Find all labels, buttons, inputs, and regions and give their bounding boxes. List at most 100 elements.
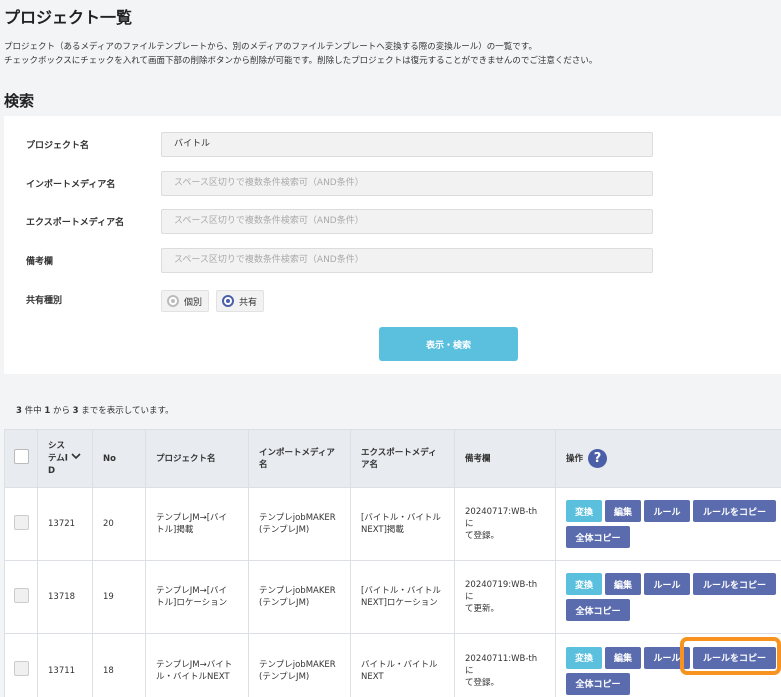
project-name-line-1: テンプレJM→[バイ	[156, 513, 228, 523]
search-button[interactable]: 表示・検索	[379, 327, 518, 361]
cell-actions: 変換 編集 ルール ルールをコピー 全体コピー	[555, 560, 781, 634]
row-select-cell	[4, 633, 38, 697]
remarks-label: 備考欄	[26, 257, 54, 267]
share-type-row: 共有種別 個別 共有	[4, 290, 781, 319]
copy-rule-button[interactable]: ルールをコピー	[693, 646, 776, 669]
description-line-1: プロジェクト（あるメディアのファイルテンプレートから、別のメディアのファイルテン…	[4, 42, 537, 52]
share-shared-radio[interactable]: 共有	[216, 290, 265, 312]
convert-button[interactable]: 変換	[566, 573, 602, 595]
cell-project-name: テンプレJM→[バイ トル]掲載	[145, 487, 249, 561]
project-name-row: プロジェクト名 バイトル	[4, 132, 781, 158]
remarks-line-1: 20240717:WB-thに	[465, 507, 538, 529]
actions-header-label: 操作	[566, 454, 584, 464]
column-header-actions: 操作 ?	[555, 429, 781, 488]
rule-button[interactable]: ルール	[644, 500, 690, 522]
export-media-row: エクスポートメディア名 スペース区切りで複数条件検索可（AND条件）	[4, 209, 781, 235]
select-all-checkbox[interactable]	[13, 449, 29, 464]
import-media-line-1: テンプレjobMAKER	[259, 586, 336, 596]
table-header-row: シス テムI D No プロジェクト名 インポートメディア 名 エクスポートメデ…	[4, 429, 781, 488]
cell-remarks: 20240717:WB-thにて登録。	[454, 487, 556, 561]
copy-all-button[interactable]: 全体コピー	[566, 599, 630, 621]
page-title: プロジェクト一覧	[4, 8, 133, 27]
row-select-cell	[4, 487, 38, 561]
cell-export-media: バイトル・バイトル NEXT	[350, 633, 455, 697]
remarks-line-2: て更新。	[465, 604, 500, 614]
import-media-row: インポートメディア名 スペース区切りで複数条件検索可（AND条件）	[4, 171, 781, 197]
import-media-line-1: テンプレjobMAKER	[259, 513, 336, 523]
cell-import-media: テンプレjobMAKER (テンプレJM)	[248, 560, 351, 634]
row-select-cell	[4, 560, 38, 634]
remarks-line-1: 20240719:WB-thに	[465, 580, 538, 602]
cell-project-name: テンプレJM→[バイ トル]ロケーション	[145, 560, 249, 634]
import-media-input[interactable]: スペース区切りで複数条件検索可（AND条件）	[161, 171, 653, 196]
cell-import-media: テンプレjobMAKER (テンプレJM)	[248, 487, 351, 561]
convert-button[interactable]: 変換	[566, 646, 602, 669]
row-actions: 変換 編集 ルール ルールをコピー 全体コピー	[566, 500, 781, 548]
remarks-line-1: 20240711:WB-thに	[465, 653, 538, 676]
table-row: 13718 19 テンプレJM→[バイ トル]ロケーション テンプレjobMAKE…	[4, 560, 781, 634]
edit-button[interactable]: 編集	[605, 573, 641, 595]
project-name-line-1: テンプレJM→バイト	[156, 659, 233, 670]
system-id-header-line-1: シス	[48, 441, 66, 452]
project-name-line-2: ル・バイトルNEXT	[156, 671, 230, 682]
remarks-line-2: て登録。	[465, 677, 500, 688]
import-media-header-line-1: インポートメディア	[259, 447, 335, 458]
copy-all-button[interactable]: 全体コピー	[566, 526, 630, 548]
column-header-project-name: プロジェクト名	[145, 429, 249, 488]
import-media-line-2: (テンプレJM)	[259, 671, 310, 682]
row-actions: 変換 編集 ルール ルールをコピー 全体コピー	[566, 573, 781, 621]
result-count: 3 件中 1 から 3 までを表示しています。	[16, 404, 174, 416]
system-id-header-line-2: テムI	[48, 453, 68, 464]
remarks-row: 備考欄 スペース区切りで複数条件検索可（AND条件）	[4, 248, 781, 274]
share-individual-radio[interactable]: 個別	[161, 290, 210, 312]
export-media-input[interactable]: スペース区切りで複数条件検索可（AND条件）	[161, 209, 653, 234]
row-checkbox[interactable]	[13, 587, 29, 603]
row-actions: 変換 編集 ルール ルールをコピー 全体コピー	[566, 646, 781, 695]
project-name-input[interactable]: バイトル	[161, 132, 653, 157]
cell-no: 18	[92, 633, 146, 697]
select-all-cell	[4, 429, 38, 488]
count-text-2: から	[50, 406, 73, 416]
remarks-line-2: て登録。	[465, 531, 500, 541]
sort-down-icon[interactable]	[71, 452, 81, 464]
convert-button[interactable]: 変換	[566, 500, 602, 522]
import-media-line-1: テンプレjobMAKER	[259, 659, 336, 670]
column-header-import-media: インポートメディア 名	[248, 429, 351, 488]
export-media-line-1: [バイトル・バイトル	[361, 586, 441, 596]
export-media-header-line-2: ア名	[361, 459, 379, 470]
edit-button[interactable]: 編集	[605, 500, 641, 522]
column-header-system-id[interactable]: シス テムI D	[37, 429, 93, 488]
copy-rule-button[interactable]: ルールをコピー	[693, 573, 776, 595]
edit-button[interactable]: 編集	[605, 646, 641, 669]
count-text-3: までを表示しています。	[78, 406, 174, 416]
count-text-1: 件中	[21, 406, 45, 416]
cell-import-media: テンプレjobMAKER (テンプレJM)	[248, 633, 351, 697]
cell-export-media: [バイトル・バイトル NEXT]掲載	[350, 487, 455, 561]
row-checkbox[interactable]	[13, 514, 29, 530]
description-line-2: チェックボックスにチェックを入れて画面下部の削除ボタンから削除が可能です。削除し…	[4, 56, 598, 66]
export-media-line-2: NEXT	[361, 671, 384, 682]
table-row: 13721 20 テンプレJM→[バイ トル]掲載 テンプレjobMAKER (テン…	[4, 487, 781, 561]
copy-all-button[interactable]: 全体コピー	[566, 672, 630, 695]
rule-button[interactable]: ルール	[644, 573, 690, 595]
copy-rule-button[interactable]: ルールをコピー	[693, 500, 776, 522]
share-type-label: 共有種別	[26, 296, 63, 306]
row-checkbox[interactable]	[13, 661, 29, 676]
radio-selected-icon	[222, 295, 234, 307]
table-row: 13711 18 テンプレJM→バイト ル・バイトルNEXT テンプレjobMAK…	[4, 633, 781, 697]
project-name-line-2: トル]掲載	[156, 525, 194, 535]
cell-actions: 変換 編集 ルール ルールをコピー 全体コピー	[555, 633, 781, 697]
system-id-header-line-3: D	[48, 465, 56, 476]
cell-system-id: 13721	[37, 487, 93, 561]
rule-button[interactable]: ルール	[644, 646, 690, 669]
share-individual-label: 個別	[184, 297, 203, 308]
project-name-label: プロジェクト名	[26, 141, 90, 151]
column-header-export-media: エクスポートメディ ア名	[350, 429, 455, 488]
column-header-remarks: 備考欄	[454, 429, 556, 488]
export-media-line-1: バイトル・バイトル	[361, 659, 438, 670]
cell-export-media: [バイトル・バイトル NEXT]ロケーション	[350, 560, 455, 634]
remarks-input[interactable]: スペース区切りで複数条件検索可（AND条件）	[161, 248, 653, 273]
help-icon[interactable]: ?	[587, 449, 607, 468]
cell-remarks: 20240719:WB-thにて更新。	[454, 560, 556, 634]
export-media-label: エクスポートメディア名	[26, 218, 125, 228]
